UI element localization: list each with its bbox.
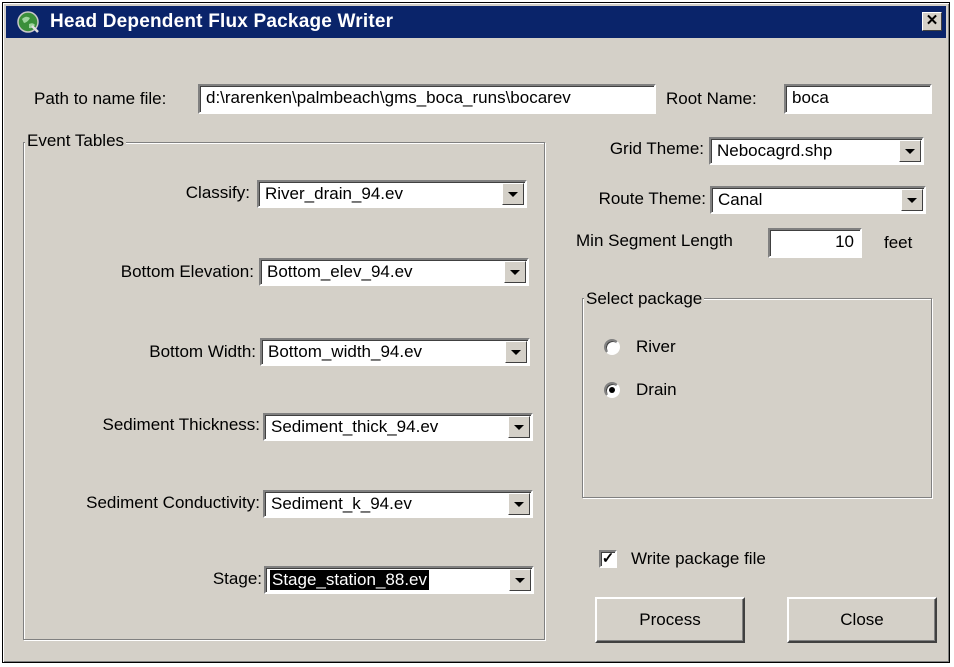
root-name-label: Root Name:: [666, 89, 757, 108]
river-radio-label[interactable]: River: [636, 337, 676, 357]
chevron-down-icon[interactable]: [505, 341, 527, 363]
bottom-elevation-value: Bottom_elev_94.ev: [267, 262, 413, 281]
chevron-down-icon[interactable]: [901, 189, 923, 211]
bottom-width-select[interactable]: Bottom_width_94.ev: [260, 338, 530, 366]
sediment-thickness-select[interactable]: Sediment_thick_94.ev: [263, 413, 533, 441]
min-segment-input[interactable]: 10: [768, 228, 862, 258]
drain-radio[interactable]: [604, 382, 620, 398]
event-tables-title: Event Tables: [25, 131, 127, 151]
chevron-down-icon[interactable]: [504, 261, 526, 283]
write-package-checkbox[interactable]: ✓: [599, 550, 617, 568]
chevron-down-icon[interactable]: [899, 140, 921, 162]
min-segment-unit: feet: [884, 233, 913, 252]
sediment-thickness-value: Sediment_thick_94.ev: [271, 417, 439, 436]
grid-theme-value: Nebocagrd.shp: [717, 141, 833, 160]
route-theme-select[interactable]: Canal: [710, 186, 926, 214]
river-radio[interactable]: [604, 339, 620, 355]
drain-radio-label[interactable]: Drain: [636, 380, 677, 400]
bottom-width-value: Bottom_width_94.ev: [268, 342, 423, 361]
min-segment-label: Min Segment Length: [576, 231, 733, 250]
path-label: Path to name file:: [34, 89, 167, 108]
close-window-button[interactable]: ✕: [922, 12, 942, 31]
grid-theme-select[interactable]: Nebocagrd.shp: [709, 137, 924, 165]
root-name-input[interactable]: boca: [784, 84, 932, 114]
select-package-group: [582, 298, 932, 498]
write-package-label[interactable]: Write package file: [631, 549, 766, 569]
title-bar: Head Dependent Flux Package Writer ✕: [6, 6, 946, 38]
window-title: Head Dependent Flux Package Writer: [50, 11, 394, 32]
sediment-thickness-label: Sediment Thickness:: [102, 415, 260, 434]
chevron-down-icon[interactable]: [509, 569, 531, 591]
chevron-down-icon[interactable]: [502, 183, 524, 205]
route-theme-value: Canal: [718, 190, 763, 209]
path-input[interactable]: d:\rarenken\palmbeach\gms_boca_runs\boca…: [198, 84, 656, 114]
classify-label: Classify:: [185, 183, 250, 202]
stage-select[interactable]: Stage_station_88.ev: [264, 566, 534, 594]
bottom-elevation-select[interactable]: Bottom_elev_94.ev: [259, 258, 529, 286]
stage-label: Stage:: [212, 569, 262, 588]
route-theme-label: Route Theme:: [598, 189, 706, 208]
grid-theme-label: Grid Theme:: [609, 139, 704, 158]
process-button[interactable]: Process: [595, 597, 745, 643]
chevron-down-icon[interactable]: [508, 493, 530, 515]
chevron-down-icon[interactable]: [508, 416, 530, 438]
bottom-width-label: Bottom Width:: [149, 342, 256, 361]
sediment-conductivity-select[interactable]: Sediment_k_94.ev: [263, 490, 533, 518]
classify-select[interactable]: River_drain_94.ev: [257, 180, 527, 208]
bottom-elevation-label: Bottom Elevation:: [120, 262, 254, 281]
close-button[interactable]: Close: [787, 597, 937, 643]
select-package-title: Select package: [584, 289, 705, 309]
stage-value: Stage_station_88.ev: [268, 569, 431, 591]
globe-icon: [17, 11, 39, 33]
classify-value: River_drain_94.ev: [265, 184, 403, 203]
sediment-conductivity-value: Sediment_k_94.ev: [271, 494, 412, 513]
sediment-conductivity-label: Sediment Conductivity:: [86, 493, 260, 512]
